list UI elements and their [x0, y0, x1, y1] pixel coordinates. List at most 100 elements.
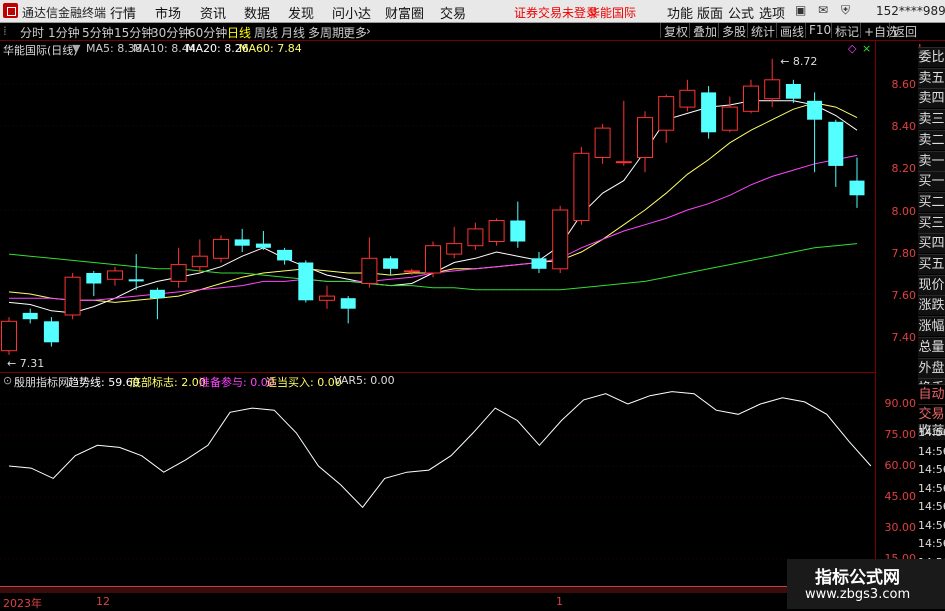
period-daily[interactable]: 日线: [227, 24, 251, 41]
menu-ask[interactable]: 问小达: [332, 3, 371, 22]
tool-multistock[interactable]: 多股: [718, 23, 749, 39]
indicator-chart[interactable]: ⊙ 殷朋指标网 趋势线: 59.60 底部标志: 2.00 准备参与: 0.00…: [0, 373, 875, 583]
side-button[interactable]: 交易: [918, 404, 945, 424]
tool-f10[interactable]: F10: [805, 23, 834, 38]
low-annotation: ← 7.31: [7, 357, 44, 370]
candle-body: [43, 321, 59, 343]
indicator-tick: 90.00: [884, 397, 917, 410]
date-axis: 2023年 12 1: [0, 594, 875, 610]
side-button[interactable]: 现价: [918, 274, 945, 295]
menu-options[interactable]: 选项: [759, 3, 785, 22]
candle-body: [361, 257, 378, 285]
side-button[interactable]: 买三: [918, 212, 945, 233]
period-more[interactable]: 更多: [343, 24, 367, 41]
candle-body: [149, 289, 165, 299]
candle-body: [573, 152, 590, 221]
side-button[interactable]: 涨跌: [918, 295, 945, 316]
indicator-plot: [0, 391, 875, 560]
period-multi[interactable]: 多周期: [308, 24, 344, 41]
side-button[interactable]: 涨幅: [918, 316, 945, 337]
candle-body: [86, 273, 102, 284]
candle-body: [22, 312, 38, 320]
period-5min[interactable]: 5分钟: [82, 24, 114, 41]
side-button[interactable]: 买五: [918, 254, 945, 274]
watermark-title: 指标公式网: [815, 568, 900, 588]
candlestick-chart[interactable]: 华能国际(日线) ▼ MA5: 8.38 MA10: 8.44 MA20: 8.…: [0, 41, 875, 373]
menu-formula[interactable]: 公式: [728, 3, 754, 22]
price-tick: 7.80: [891, 247, 917, 260]
app-title: 通达信金融终端: [22, 6, 107, 20]
side-button[interactable]: 卖二: [918, 129, 945, 150]
side-button[interactable]: 委比: [918, 47, 945, 67]
menu-layout[interactable]: 版面: [697, 3, 723, 22]
candle-body: [764, 79, 781, 100]
candle-body: [64, 276, 81, 316]
period-intraday[interactable]: 分时: [20, 24, 44, 41]
tool-stats[interactable]: 统计: [747, 23, 778, 39]
candle-body: [107, 270, 123, 280]
period-60min[interactable]: 60分钟: [188, 24, 227, 41]
side-time: 14:56: [918, 537, 945, 550]
period-30min[interactable]: 30分钟: [151, 24, 190, 41]
candlestick-plot: ← 8.72 ← 7.31: [0, 55, 875, 370]
period-monthly[interactable]: 月线: [281, 24, 305, 41]
candle-body: [785, 84, 801, 99]
side-button[interactable]: 自动: [918, 384, 945, 404]
side-button[interactable]: 买四: [918, 233, 945, 254]
indicator-tick: 45.00: [884, 490, 917, 503]
indicator-tick: 30.00: [884, 521, 917, 534]
candle-body: [615, 161, 632, 164]
candle-body: [510, 220, 526, 242]
side-button[interactable]: 卖四: [918, 88, 945, 109]
chevron-right-icon[interactable]: ›: [366, 24, 371, 38]
scroll-band[interactable]: [0, 586, 875, 593]
candle-body: [234, 239, 250, 246]
menu-data[interactable]: 数据: [244, 3, 270, 22]
settings-icon[interactable]: ▣: [795, 3, 806, 17]
price-tick: 8.40: [891, 120, 917, 133]
candle-body: [637, 117, 653, 158]
tool-draw[interactable]: 画线: [776, 23, 807, 39]
period-15min[interactable]: 15分钟: [114, 24, 153, 41]
candle-body: [594, 127, 611, 158]
price-tick: 8.60: [891, 78, 917, 91]
tool-overlay[interactable]: 叠加: [689, 23, 720, 39]
candle-body: [658, 96, 675, 131]
period-grip-icon: ⁞: [3, 24, 7, 38]
menu-trade[interactable]: 交易: [440, 3, 466, 22]
candle-body: [213, 238, 229, 259]
menu-function[interactable]: 功能: [667, 3, 693, 22]
tool-back[interactable]: 返回: [889, 23, 920, 39]
side-button[interactable]: 卖一: [918, 150, 945, 171]
login-status[interactable]: 证券交易未登录: [514, 4, 598, 21]
mail-icon[interactable]: ✉: [818, 3, 828, 17]
side-time: 14:56: [918, 500, 945, 513]
watermark: 指标公式网 www.zbgs3.com: [787, 559, 945, 609]
candle-body: [467, 228, 484, 247]
side-button[interactable]: 卖三: [918, 109, 945, 130]
menu-market[interactable]: 市场: [155, 3, 181, 22]
candle-body: [849, 180, 865, 196]
user-id[interactable]: 152****9892: [876, 4, 945, 18]
shield-icon[interactable]: ⛨: [841, 3, 850, 18]
watermark-url: www.zbgs3.com: [805, 587, 911, 602]
side-button[interactable]: 卖五: [918, 67, 945, 88]
candle-body: [255, 243, 271, 248]
side-button[interactable]: 买二: [918, 191, 945, 212]
tool-mark[interactable]: 标记: [831, 23, 862, 39]
side-button[interactable]: 买一: [918, 171, 945, 192]
menu-quotes[interactable]: 行情: [110, 3, 136, 22]
menu-discover[interactable]: 发现: [288, 3, 314, 22]
menu-wealth[interactable]: 财富圈: [385, 3, 424, 22]
period-weekly[interactable]: 周线: [254, 24, 278, 41]
period-1min[interactable]: 1分钟: [48, 24, 80, 41]
indicator-tick: 75.00: [884, 428, 917, 441]
price-tick: 7.40: [891, 331, 917, 344]
side-button[interactable]: 总量: [918, 336, 945, 357]
tool-adjust[interactable]: 复权: [660, 23, 691, 39]
candle-body: [446, 243, 463, 255]
menu-news[interactable]: 资讯: [200, 3, 226, 22]
side-time: 14:56: [918, 518, 945, 532]
indicator-tick: 60.00: [884, 459, 917, 472]
side-button[interactable]: 外盘: [918, 357, 945, 378]
